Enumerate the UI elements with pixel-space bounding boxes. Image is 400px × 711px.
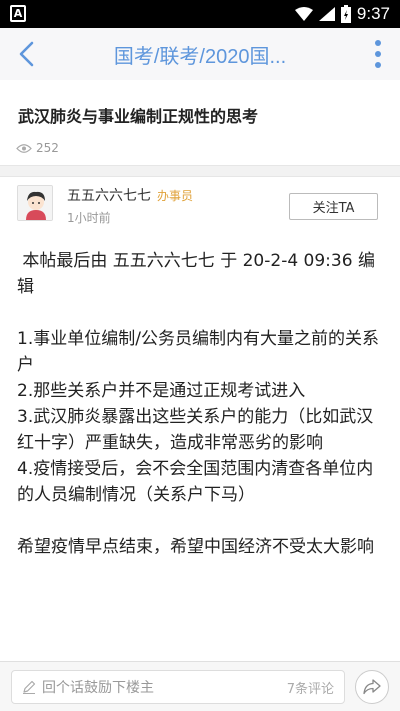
status-time: 9:37: [356, 4, 390, 23]
point-item: 4.疫情接受后，会不会全国范围内清查各单位内的人员编制情况（关系户下马）: [17, 459, 374, 505]
point-item: 2.那些关系户并不是通过正规考试进入: [17, 381, 306, 401]
author-info: 五五六六七七 办事员: [67, 185, 193, 205]
eye-icon: [16, 143, 32, 153]
app-notification-icon: A: [10, 5, 26, 22]
share-button[interactable]: [355, 670, 389, 704]
view-count-value: 252: [36, 141, 59, 155]
status-icons: 9:37: [294, 0, 390, 28]
avatar[interactable]: [17, 185, 53, 221]
nav-bar: 国考/联考/2020国...: [0, 28, 400, 80]
status-bar: A 9:37: [0, 0, 400, 28]
view-count: 252: [16, 141, 59, 155]
post-title: 武汉肺炎与事业编制正规性的思考: [18, 107, 259, 126]
more-vertical-icon[interactable]: [374, 39, 382, 69]
closing-text: 希望疫情早点结束，希望中国经济不受太大影响: [17, 537, 374, 557]
section-divider: [0, 165, 400, 177]
author-role-badge: 办事员: [157, 189, 194, 203]
bottom-bar: 回个话鼓励下楼主 7条评论: [0, 661, 400, 711]
share-icon: [363, 679, 381, 695]
post-time: 1小时前: [67, 211, 111, 225]
battery-icon: [340, 5, 351, 23]
wifi-icon: [294, 7, 313, 21]
avatar-icon: [18, 186, 52, 220]
pen-icon: [23, 680, 36, 694]
post-content: 本帖最后由 五五六六七七 于 20-2-4 09:36 编辑 1.事业单位编制/…: [17, 248, 383, 560]
point-item: 1.事业单位编制/公务员编制内有大量之前的关系户: [17, 329, 379, 375]
back-arrow-icon[interactable]: [12, 38, 44, 70]
comment-count[interactable]: 7条评论: [287, 678, 334, 697]
comment-input[interactable]: 回个话鼓励下楼主 7条评论: [11, 670, 345, 704]
author-name[interactable]: 五五六六七七: [67, 185, 151, 205]
edit-note: 本帖最后由 五五六六七七 于 20-2-4 09:36 编辑: [17, 251, 375, 297]
follow-button[interactable]: 关注TA: [289, 193, 378, 220]
signal-icon: [318, 7, 335, 21]
point-item: 3.武汉肺炎暴露出这些关系户的能力（比如武汉红十字）严重缺失，造成非常恶劣的影响: [17, 407, 374, 453]
comment-placeholder: 回个话鼓励下楼主: [42, 680, 154, 696]
nav-title: 国考/联考/2020国...: [113, 46, 287, 68]
